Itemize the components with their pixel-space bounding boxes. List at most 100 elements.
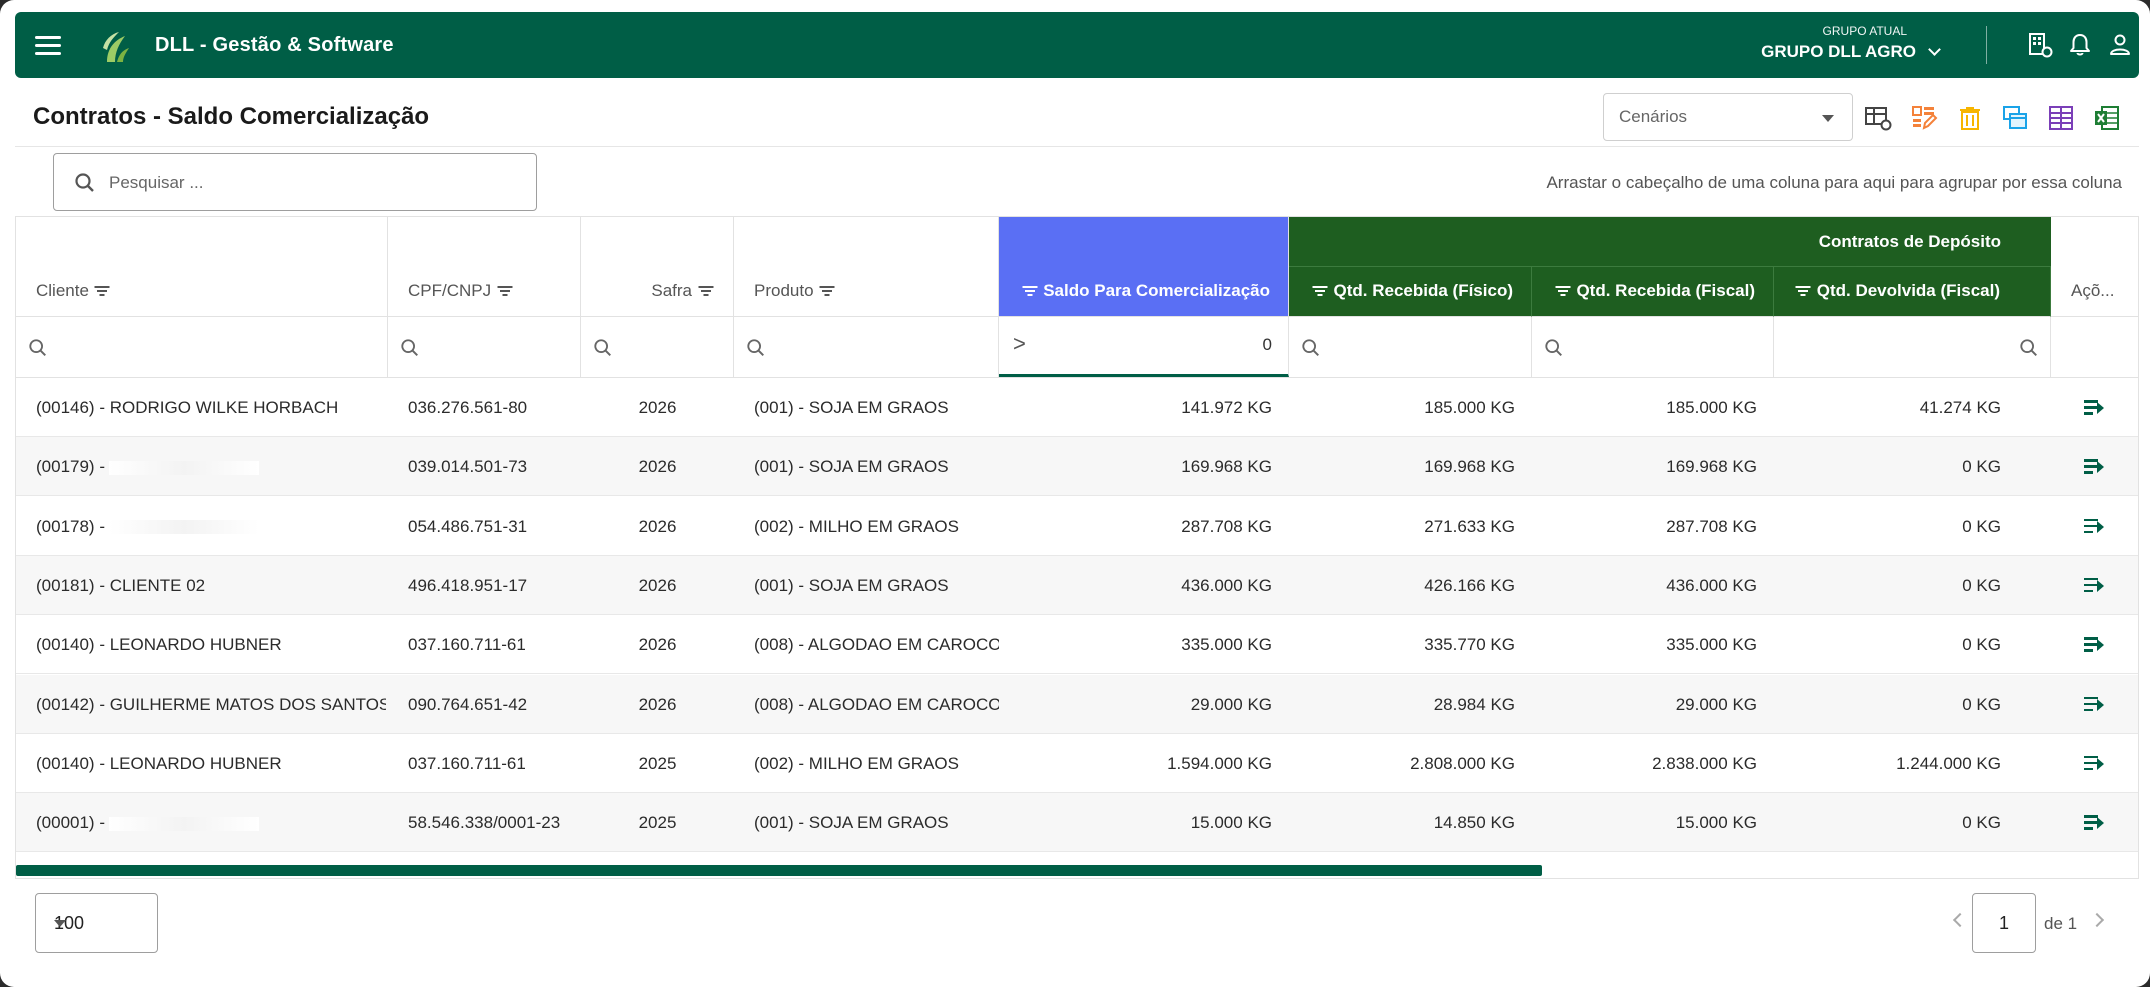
cell-cliente-text: (00142) - GUILHERME MATOS DOS SANTOS: [36, 694, 386, 714]
menu-icon[interactable]: [35, 30, 65, 60]
col-header-cpf[interactable]: CPF/CNPJ: [388, 217, 581, 317]
cell-saldo-text: 335.000 KG: [1181, 635, 1272, 655]
building-settings-icon[interactable]: [2027, 32, 2053, 58]
table-settings-icon[interactable]: [1864, 104, 1892, 132]
filter-cell-cliente[interactable]: [16, 317, 388, 377]
filter-icon[interactable]: [1022, 285, 1038, 297]
bell-icon[interactable]: [2067, 32, 2093, 58]
row-actions-icon[interactable]: [2084, 754, 2104, 772]
row-actions-icon[interactable]: [2084, 576, 2104, 594]
cell-produto-text: (002) - MILHO EM GRAOS: [754, 753, 959, 773]
filter-icon[interactable]: [1795, 285, 1811, 297]
cell-cpf-text: 496.418.951-17: [408, 575, 528, 595]
cell-saldo-text: 1.594.000 KG: [1167, 753, 1272, 773]
row-actions-icon[interactable]: [2084, 695, 2104, 713]
caret-down-icon: [54, 920, 66, 927]
cell-fisico-text: 28.984 KG: [1433, 694, 1515, 714]
cell-saldo: 287.708 KG: [999, 497, 1272, 556]
cell-fiscal: 169.968 KG: [1532, 437, 1757, 496]
row-actions-icon[interactable]: [2084, 813, 2104, 831]
table-row[interactable]: (00142) - GUILHERME MATOS DOS SANTOS 090.…: [16, 674, 2138, 734]
col-header-acoes[interactable]: Açõ...: [2051, 217, 2138, 317]
filter-cell-safra[interactable]: [581, 317, 734, 377]
cell-safra-text: 2026: [638, 516, 677, 536]
row-actions-icon[interactable]: [2084, 635, 2104, 653]
search-input[interactable]: [109, 168, 509, 198]
cell-cpf: 054.486.751-31: [408, 497, 578, 556]
filter-icon[interactable]: [94, 285, 110, 297]
cell-cliente: (00142) - GUILHERME MATOS DOS SANTOS: [36, 675, 386, 734]
cell-fiscal-text: 15.000 KG: [1675, 813, 1757, 833]
cenarios-select[interactable]: Cenários: [1603, 93, 1853, 141]
col-header-qtd-fiscal[interactable]: Qtd. Recebida (Fiscal): [1532, 267, 1774, 317]
cell-safra-text: 2026: [638, 575, 677, 595]
app-window: DLL - Gestão & Software GRUPO ATUAL GRUP…: [0, 0, 2150, 987]
table-row[interactable]: (00179) - 039.014.501-73 2026 (001) - SOJA …: [16, 437, 2138, 497]
cell-produto: (001) - SOJA EM GRAOS: [754, 378, 999, 437]
copy-windows-icon[interactable]: [2001, 104, 2029, 132]
cell-safra: 2025: [581, 734, 734, 793]
cell-produto-text: (002) - MILHO EM GRAOS: [754, 516, 959, 536]
cell-cpf: 037.160.711-61: [408, 615, 578, 674]
cell-cpf-text: 037.160.711-61: [408, 635, 526, 655]
cell-produto: (001) - SOJA EM GRAOS: [754, 793, 999, 852]
cell-safra-text: 2026: [638, 694, 677, 714]
filter-icon[interactable]: [497, 285, 513, 297]
cell-produto-text: (001) - SOJA EM GRAOS: [754, 575, 949, 595]
col-header-qtd-fisico[interactable]: Qtd. Recebida (Físico): [1289, 267, 1532, 317]
filter-row: > 0: [16, 317, 2138, 378]
table-row[interactable]: (00146) - RODRIGO WILKE HORBACH 036.276.5…: [16, 378, 2138, 437]
excel-export-icon[interactable]: [2093, 104, 2121, 132]
app-title: DLL - Gestão & Software: [155, 34, 394, 56]
page-size-select[interactable]: 100: [35, 893, 158, 953]
cell-fisico: 335.770 KG: [1289, 615, 1515, 674]
cell-saldo: 1.594.000 KG: [999, 734, 1272, 793]
table-row[interactable]: (00181) - CLIENTE 02 496.418.951-17 2026 (0…: [16, 555, 2138, 615]
row-actions-icon[interactable]: [2084, 517, 2104, 535]
filter-icon[interactable]: [819, 285, 835, 297]
chevron-left-icon[interactable]: [1952, 912, 1968, 928]
header-divider: [15, 146, 2139, 147]
filter-operator[interactable]: >: [1013, 331, 1026, 357]
trash-icon[interactable]: [1956, 104, 1984, 132]
col-header-safra[interactable]: Safra: [581, 217, 734, 317]
columns-icon[interactable]: [2047, 104, 2075, 132]
filter-cell-produto[interactable]: [734, 317, 999, 377]
row-actions-icon[interactable]: [2084, 457, 2104, 475]
filter-cell-qtd-devolvida[interactable]: [1774, 317, 2051, 377]
cell-saldo-text: 169.968 KG: [1181, 457, 1272, 477]
cell-saldo-text: 141.972 KG: [1181, 398, 1272, 417]
caret-down-icon: [1822, 115, 1834, 122]
grupo-selector[interactable]: GRUPO ATUAL GRUPO DLL AGRO: [1761, 24, 1941, 62]
table-row[interactable]: (00140) - LEONARDO HUBNER 037.160.711-61 2…: [16, 615, 2138, 675]
filter-cell-saldo[interactable]: > 0: [999, 317, 1289, 377]
filter-icon[interactable]: [1312, 285, 1328, 297]
filter-cell-qtd-fiscal[interactable]: [1532, 317, 1774, 377]
col-header-produto[interactable]: Produto: [734, 217, 999, 317]
table-row[interactable]: (00001) - 58.546.338/0001-23 2025 (001) - S…: [16, 793, 2138, 853]
col-header-saldo[interactable]: Saldo Para Comercialização: [999, 217, 1289, 317]
col-header-saldo-label: Saldo Para Comercialização: [1043, 281, 1270, 300]
table-row[interactable]: (00178) - 054.486.751-31 2026 (002) - MILHO…: [16, 497, 2138, 556]
filter-icon[interactable]: [1555, 285, 1571, 297]
chevron-right-icon[interactable]: [2089, 912, 2105, 928]
horizontal-scrollbar-thumb[interactable]: [16, 865, 1542, 876]
col-header-acoes-label: Açõ...: [2071, 281, 2115, 300]
cell-devolvida-text: 41.274 KG: [1919, 398, 2001, 417]
edit-layout-icon[interactable]: [1910, 104, 1938, 132]
col-header-cliente[interactable]: Cliente: [16, 217, 388, 317]
filter-icon[interactable]: [698, 285, 713, 297]
page-number-input[interactable]: 1: [1972, 893, 2036, 953]
filter-cell-qtd-fisico[interactable]: [1289, 317, 1532, 377]
cell-fisico: 28.984 KG: [1289, 675, 1515, 734]
cell-saldo: 15.000 KG: [999, 793, 1272, 852]
filter-cell-cpf[interactable]: [388, 317, 581, 377]
table-row[interactable]: (00140) - LEONARDO HUBNER 037.160.711-61 2…: [16, 734, 2138, 793]
group-drop-hint: Arrastar o cabeçalho de uma coluna para …: [1546, 173, 2122, 192]
col-header-qtd-devolvida[interactable]: Qtd. Devolvida (Fiscal): [1774, 267, 2051, 317]
row-actions-icon[interactable]: [2084, 398, 2104, 416]
filter-value-input[interactable]: 0: [1263, 335, 1272, 355]
user-icon[interactable]: [2107, 32, 2133, 58]
search-box[interactable]: [53, 153, 537, 211]
cell-saldo-text: 436.000 KG: [1181, 575, 1272, 595]
